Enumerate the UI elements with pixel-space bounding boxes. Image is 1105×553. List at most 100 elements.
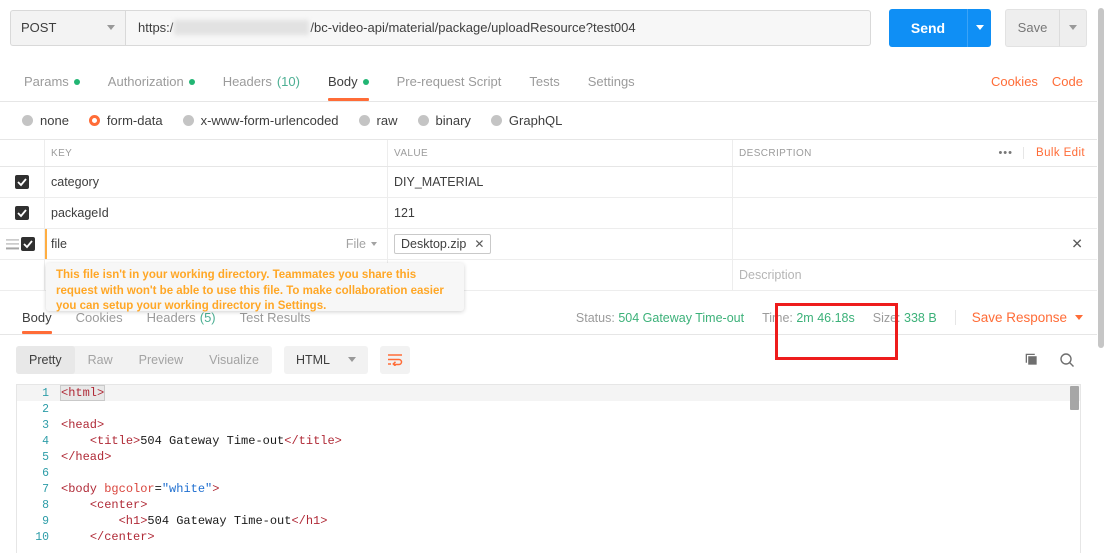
code-scrollbar-thumb[interactable] <box>1070 386 1079 410</box>
row-key[interactable]: packageId <box>45 198 388 228</box>
row-checkbox[interactable] <box>15 175 29 189</box>
body-type-form-data[interactable]: form-data <box>88 112 163 128</box>
line-number: 1 <box>42 386 49 400</box>
tab-settings[interactable]: Settings <box>574 74 649 101</box>
cookies-link[interactable]: Cookies <box>991 74 1038 89</box>
tab-body[interactable]: Body <box>314 74 383 101</box>
body-type-graphql[interactable]: GraphQL <box>490 113 562 128</box>
code-lines: 1 <html> 2 3 <head> 4 <title>504 Gateway Time… <box>17 385 1080 545</box>
tab-pre-request-script[interactable]: Pre-request Script <box>383 74 516 101</box>
modified-dot-icon <box>188 78 195 85</box>
line-number: 10 <box>35 530 49 544</box>
row-checkbox-cell <box>0 260 45 290</box>
table-row[interactable]: packageId 121 <box>0 198 1097 229</box>
row-checkbox[interactable] <box>21 237 35 251</box>
row-description[interactable] <box>733 167 1097 197</box>
code-link[interactable]: Code <box>1052 74 1083 89</box>
search-icon[interactable] <box>1059 352 1075 368</box>
http-method-select[interactable]: POST <box>10 9 125 46</box>
line-number: 3 <box>42 418 49 432</box>
row-description[interactable] <box>733 229 1097 259</box>
response-format-select[interactable]: HTML <box>283 345 368 374</box>
save-button[interactable]: Save <box>1005 8 1059 47</box>
response-toolbar-actions <box>1024 352 1097 368</box>
row-type-label: File <box>345 237 366 251</box>
line-source: <title>504 Gateway Time-out</title> <box>89 434 342 448</box>
radio-label: x-www-form-urlencoded <box>200 112 339 128</box>
modified-dot-icon <box>362 78 369 85</box>
tab-authorization[interactable]: Authorization <box>94 74 209 101</box>
body-type-radio-group: none form-data x-www-form-urlencoded raw… <box>0 103 1097 137</box>
radio-icon <box>417 114 429 126</box>
row-checkbox[interactable] <box>15 206 29 220</box>
code-line: 7 <body bgcolor="white"> <box>17 481 1080 497</box>
view-preview[interactable]: Preview <box>126 346 196 374</box>
row-type-select[interactable]: File <box>346 237 387 251</box>
body-type-none[interactable]: none <box>22 113 69 128</box>
body-type-binary[interactable]: binary <box>417 113 471 128</box>
url-suffix: /bc-video-api/material/package/uploadRes… <box>310 20 636 35</box>
bulk-edit-button[interactable]: Bulk Edit <box>1023 147 1085 159</box>
line-source: </head> <box>61 450 112 464</box>
radio-selected-icon <box>88 114 100 126</box>
drag-handle-icon[interactable] <box>6 236 19 251</box>
row-value[interactable]: 121 <box>388 198 733 228</box>
delete-row-icon[interactable]: ✕ <box>1071 236 1083 253</box>
send-options-button[interactable] <box>967 8 991 47</box>
tab-label: Headers <box>222 74 272 89</box>
row-key[interactable]: file <box>51 237 67 251</box>
row-description[interactable] <box>733 198 1097 228</box>
send-button[interactable]: Send <box>889 8 967 47</box>
view-visualize[interactable]: Visualize <box>196 346 272 374</box>
table-header-row: KEY VALUE DESCRIPTION ••• Bulk Edit <box>0 139 1097 167</box>
table-row[interactable]: category DIY_MATERIAL <box>0 167 1097 198</box>
view-pretty[interactable]: Pretty <box>16 345 75 374</box>
request-tabs-actions: Cookies Code <box>991 74 1097 101</box>
radio-label: form-data <box>106 112 163 128</box>
page-scrollbar-thumb[interactable] <box>1098 8 1104 348</box>
more-options-icon[interactable]: ••• <box>998 147 1013 159</box>
tab-params[interactable]: Params <box>10 74 94 101</box>
table-row-file[interactable]: file File Desktop.zip ✕ ✕ <box>0 229 1097 260</box>
line-source: <html> <box>59 385 106 401</box>
body-type-raw[interactable]: raw <box>358 113 398 128</box>
chevron-down-icon <box>975 25 984 30</box>
request-url-bar: POST https:/ /bc-video-api/material/packa… <box>0 0 1097 55</box>
row-description-placeholder[interactable]: Description <box>733 260 1097 290</box>
tab-tests[interactable]: Tests <box>515 74 573 101</box>
code-line: 2 <box>17 401 1080 417</box>
tab-label: Body <box>327 74 358 89</box>
size-label: Size: <box>872 310 901 325</box>
header-checkbox-cell <box>0 140 45 166</box>
request-tabs: Params Authorization Headers (10) Body P… <box>0 57 1097 102</box>
response-view-switcher: Pretty Raw Preview Visualize <box>16 345 272 374</box>
url-prefix: https:/ <box>138 20 174 35</box>
tab-headers[interactable]: Headers (10) <box>209 74 314 101</box>
line-number: 6 <box>42 466 49 480</box>
file-chip[interactable]: Desktop.zip ✕ <box>394 234 492 254</box>
redacted-host <box>174 20 310 35</box>
line-source: </center> <box>89 530 155 544</box>
body-type-x-www-form-urlencoded[interactable]: x-www-form-urlencoded <box>182 112 339 128</box>
save-response-button[interactable]: Save Response <box>954 310 1083 325</box>
save-options-button[interactable] <box>1059 8 1087 47</box>
row-key[interactable]: category <box>45 167 388 197</box>
row-value-cell: Desktop.zip ✕ <box>388 229 733 259</box>
word-wrap-button[interactable] <box>379 345 410 374</box>
line-number: 8 <box>42 498 49 512</box>
line-number: 7 <box>42 482 49 496</box>
view-raw[interactable]: Raw <box>75 346 126 374</box>
row-value[interactable]: DIY_MATERIAL <box>388 167 733 197</box>
postman-window: POST https:/ /bc-video-api/material/packa… <box>0 0 1105 553</box>
row-checkbox-cell <box>0 167 45 197</box>
tab-label: Tests <box>529 74 560 89</box>
line-number: 9 <box>42 514 49 528</box>
response-body-code[interactable]: 1 <html> 2 3 <head> 4 <title>504 Gateway Time… <box>16 384 1081 553</box>
code-line: 4 <title>504 Gateway Time-out</title> <box>17 433 1080 449</box>
url-input[interactable]: https:/ /bc-video-api/material/package/up… <box>125 9 871 46</box>
tab-label: Params <box>24 74 69 89</box>
copy-icon[interactable] <box>1024 352 1039 367</box>
status-value: 504 Gateway Time-out <box>618 310 745 325</box>
tab-label: Settings <box>587 74 635 89</box>
close-icon[interactable]: ✕ <box>474 237 484 251</box>
